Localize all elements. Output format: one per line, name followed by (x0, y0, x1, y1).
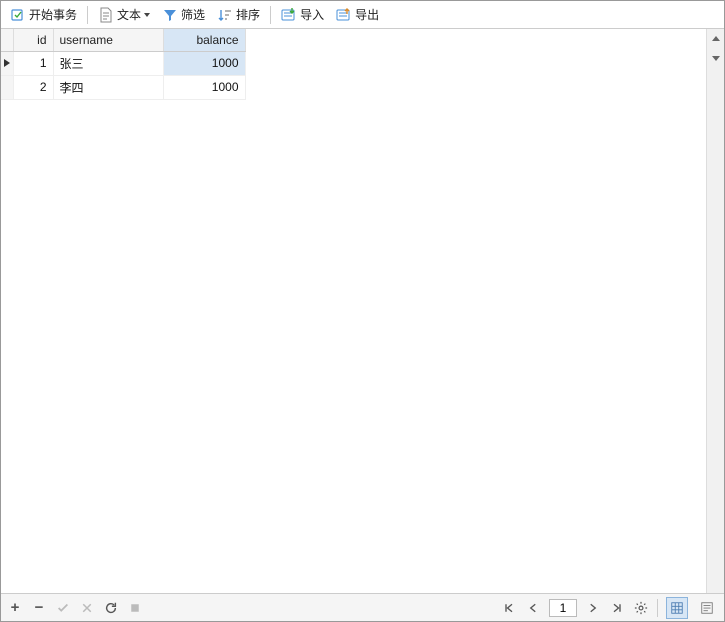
data-grid[interactable]: id username balance 1 张三 1000 2 李四 1000 (1, 29, 706, 593)
table-row[interactable]: 1 张三 1000 (1, 51, 245, 75)
begin-transaction-button[interactable]: 开始事务 (5, 4, 82, 25)
grid-view-button[interactable] (666, 597, 688, 619)
page-number-input[interactable] (549, 599, 577, 617)
export-button[interactable]: 导出 (331, 4, 384, 25)
filter-icon (162, 7, 178, 23)
row-handle[interactable] (1, 75, 13, 99)
settings-button[interactable] (633, 600, 649, 616)
sort-label: 排序 (236, 6, 260, 23)
navigation-controls (501, 597, 718, 619)
main-area: id username balance 1 张三 1000 2 李四 1000 (1, 29, 724, 593)
status-bar: + − (1, 593, 724, 621)
begin-transaction-label: 开始事务 (29, 6, 77, 23)
column-header-username[interactable]: username (53, 29, 163, 51)
dropdown-caret-icon (144, 13, 150, 17)
cell-id[interactable]: 2 (13, 75, 53, 99)
add-record-button[interactable]: + (7, 600, 23, 616)
filter-button[interactable]: 筛选 (157, 4, 210, 25)
transaction-icon (10, 7, 26, 23)
cell-username[interactable]: 李四 (53, 75, 163, 99)
scroll-down-button[interactable] (707, 49, 724, 67)
row-handle-header (1, 29, 13, 51)
cell-username[interactable]: 张三 (53, 51, 163, 75)
sort-button[interactable]: 排序 (212, 4, 265, 25)
export-label: 导出 (355, 6, 379, 23)
table-row[interactable]: 2 李四 1000 (1, 75, 245, 99)
header-row: id username balance (1, 29, 245, 51)
current-row-marker-icon (4, 59, 10, 67)
cell-balance[interactable]: 1000 (163, 51, 245, 75)
data-table: id username balance 1 张三 1000 2 李四 1000 (1, 29, 246, 100)
toolbar-separator (87, 6, 88, 24)
chevron-down-icon (712, 56, 720, 61)
record-edit-controls: + − (7, 600, 143, 616)
column-header-balance[interactable]: balance (163, 29, 245, 51)
cancel-changes-button[interactable] (79, 600, 95, 616)
import-button[interactable]: 导入 (276, 4, 329, 25)
import-label: 导入 (300, 6, 324, 23)
scroll-up-button[interactable] (707, 29, 724, 47)
next-page-button[interactable] (585, 600, 601, 616)
last-page-button[interactable] (609, 600, 625, 616)
apply-changes-button[interactable] (55, 600, 71, 616)
toolbar: 开始事务 文本 筛选 排序 导入 导出 (1, 1, 724, 29)
filter-label: 筛选 (181, 6, 205, 23)
vertical-scrollbar[interactable] (706, 29, 724, 593)
chevron-up-icon (712, 36, 720, 41)
first-page-button[interactable] (501, 600, 517, 616)
sort-icon (217, 7, 233, 23)
refresh-button[interactable] (103, 600, 119, 616)
cell-balance[interactable]: 1000 (163, 75, 245, 99)
text-label: 文本 (117, 6, 141, 23)
export-icon (336, 7, 352, 23)
delete-record-button[interactable]: − (31, 600, 47, 616)
form-view-button[interactable] (696, 597, 718, 619)
column-header-id[interactable]: id (13, 29, 53, 51)
import-icon (281, 7, 297, 23)
row-handle[interactable] (1, 51, 13, 75)
prev-page-button[interactable] (525, 600, 541, 616)
text-button[interactable]: 文本 (93, 4, 155, 25)
toolbar-separator (270, 6, 271, 24)
stop-button[interactable] (127, 600, 143, 616)
document-icon (98, 7, 114, 23)
cell-id[interactable]: 1 (13, 51, 53, 75)
statusbar-separator (657, 599, 658, 617)
